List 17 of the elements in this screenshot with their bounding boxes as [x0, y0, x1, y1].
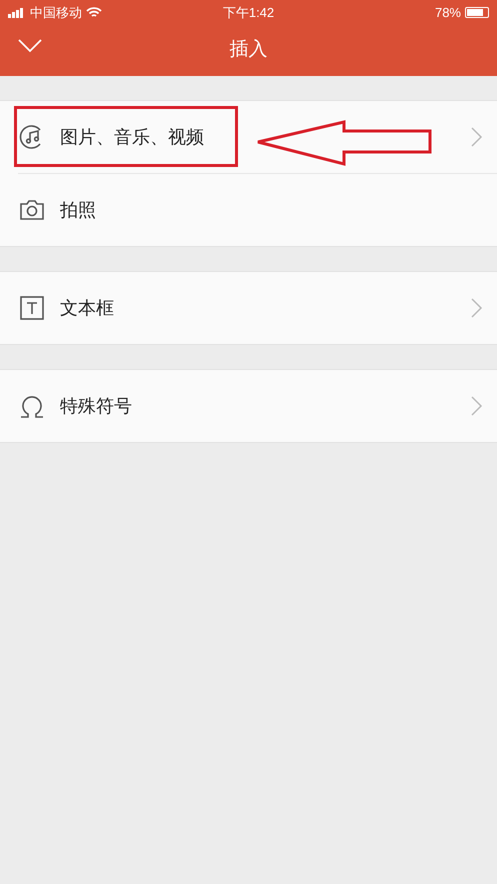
menu-item[interactable]: 图片、音乐、视频	[0, 101, 497, 173]
chevron-right-icon	[471, 298, 483, 318]
battery-percent: 78%	[434, 4, 461, 22]
chevron-down-icon	[18, 39, 42, 53]
status-time: 下午1:42	[222, 4, 274, 22]
collapse-button[interactable]	[18, 39, 42, 53]
battery-icon	[465, 7, 489, 18]
page-title: 插入	[230, 38, 268, 62]
text-box-icon	[18, 294, 46, 322]
carrier-name: 中国移动	[30, 4, 82, 22]
chevron-right-icon	[471, 396, 483, 416]
signal-icon	[8, 8, 26, 18]
menu-item[interactable]: 特殊符号	[0, 370, 497, 442]
chevron-right-icon	[471, 127, 483, 147]
menu-item[interactable]: 文本框	[0, 272, 497, 344]
menu-item[interactable]: 拍照	[18, 174, 497, 246]
wifi-icon	[86, 6, 102, 18]
